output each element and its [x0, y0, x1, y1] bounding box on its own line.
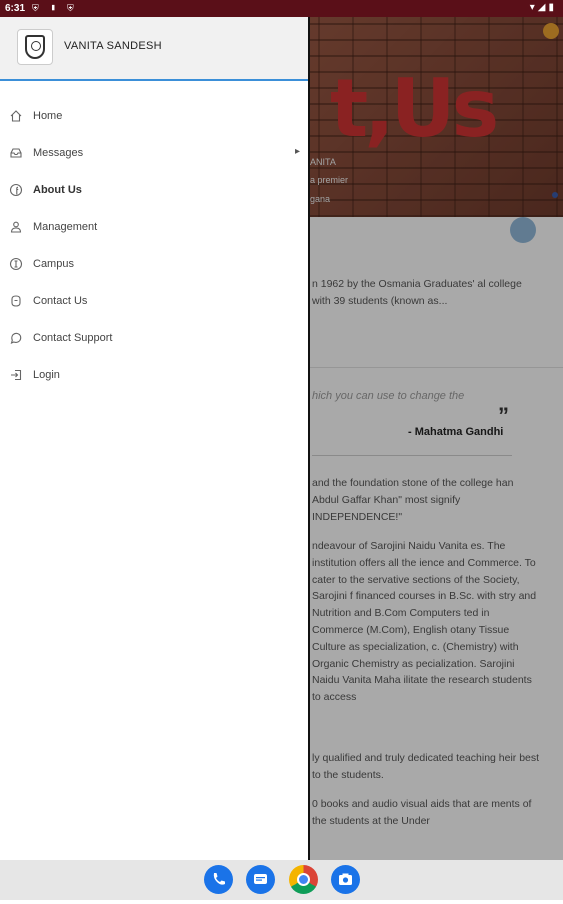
- building-icon: [9, 257, 23, 271]
- system-icons: ▾◢▮: [529, 2, 557, 13]
- menu-item-label: Management: [33, 221, 98, 233]
- menu-item-label: Contact Support: [33, 332, 113, 344]
- college-logo: [17, 29, 53, 65]
- menu-item-contact-support[interactable]: Contact Support: [0, 321, 308, 358]
- drawer-title: VANITA SANDESH: [64, 40, 162, 52]
- menu-item-login[interactable]: Login: [0, 358, 308, 395]
- user-group-icon: [9, 220, 23, 234]
- phone-icon[interactable]: [204, 865, 233, 894]
- drawer-header: VANITA SANDESH: [0, 17, 308, 81]
- menu-item-label: Home: [33, 110, 63, 122]
- navigation-drawer: VANITA SANDESH Home Messages ▸ About Us: [0, 17, 310, 860]
- menu-item-home[interactable]: Home: [0, 99, 308, 136]
- menu-item-management[interactable]: Management: [0, 210, 308, 247]
- chrome-icon[interactable]: [289, 865, 318, 894]
- messages-icon[interactable]: [246, 865, 275, 894]
- menu-item-label: Campus: [33, 258, 74, 270]
- facebook-icon: [9, 183, 23, 197]
- system-dock: [0, 860, 563, 900]
- contact-icon: [9, 294, 23, 308]
- whatsapp-icon: [9, 331, 23, 345]
- chevron-right-icon: ▸: [294, 146, 300, 157]
- status-time: 6:31: [5, 3, 26, 14]
- drawer-menu: Home Messages ▸ About Us Management Camp…: [0, 99, 308, 395]
- menu-item-contact-us[interactable]: Contact Us: [0, 284, 308, 321]
- menu-item-messages[interactable]: Messages ▸: [0, 136, 308, 173]
- menu-item-label: Contact Us: [33, 295, 88, 307]
- menu-item-about-us[interactable]: About Us: [0, 173, 308, 210]
- menu-item-label: Login: [33, 369, 60, 381]
- menu-item-campus[interactable]: Campus: [0, 247, 308, 284]
- login-icon: [9, 368, 23, 382]
- menu-item-label: Messages: [33, 147, 84, 159]
- menu-item-label: About Us: [33, 184, 82, 196]
- home-icon: [9, 109, 23, 123]
- notification-icons: ⛨ ▮ ⛨: [32, 3, 78, 13]
- status-bar: 6:31 ⛨ ▮ ⛨ ▾◢▮: [0, 0, 563, 17]
- camera-icon[interactable]: [331, 865, 360, 894]
- inbox-icon: [9, 146, 23, 160]
